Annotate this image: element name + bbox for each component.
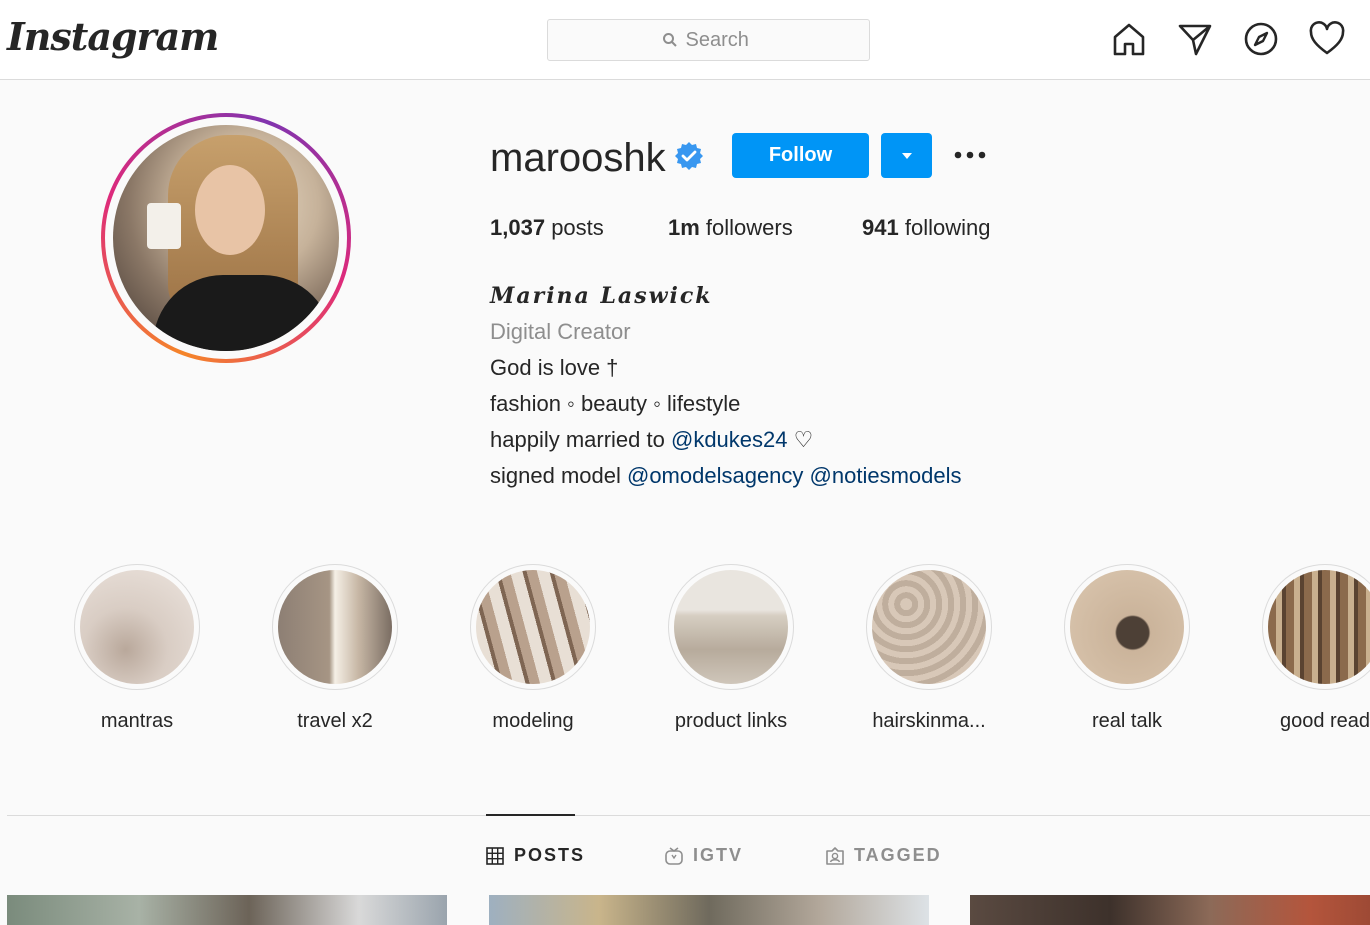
tab-tagged[interactable]: TAGGED bbox=[826, 845, 942, 866]
highlight-item[interactable]: mantras bbox=[74, 564, 200, 733]
suggested-accounts-button[interactable] bbox=[881, 133, 932, 178]
search-box[interactable] bbox=[547, 19, 870, 61]
highlight-thumbnail bbox=[476, 570, 590, 684]
highlight-thumbnail bbox=[872, 570, 986, 684]
chevron-down-icon bbox=[901, 152, 912, 159]
highlight-item[interactable]: real talk bbox=[1064, 564, 1190, 733]
mention-link[interactable]: @notiesmodels bbox=[810, 463, 962, 488]
tab-posts[interactable]: POSTS bbox=[486, 845, 585, 866]
mention-link[interactable]: @omodelsagency bbox=[627, 463, 803, 488]
highlight-thumbnail bbox=[1070, 570, 1184, 684]
activity-icon[interactable] bbox=[1308, 20, 1346, 58]
bio-line: happily married to @kdukes24 ♡ bbox=[490, 427, 814, 452]
highlight-thumbnail bbox=[278, 570, 392, 684]
home-icon[interactable] bbox=[1110, 20, 1148, 58]
tab-igtv[interactable]: IGTV bbox=[665, 845, 743, 866]
instagram-logo[interactable]: Instagram bbox=[7, 14, 219, 59]
grid-icon bbox=[486, 846, 504, 865]
search-input[interactable] bbox=[685, 28, 756, 52]
direct-icon[interactable] bbox=[1176, 20, 1214, 58]
profile-avatar-ring[interactable] bbox=[101, 113, 351, 363]
follow-button[interactable]: Follow bbox=[732, 133, 869, 178]
category-label: Digital Creator bbox=[490, 319, 631, 344]
following-stat[interactable]: 941 following bbox=[862, 215, 990, 241]
search-icon bbox=[662, 33, 677, 47]
active-tab-indicator bbox=[486, 814, 575, 816]
tagged-icon bbox=[826, 846, 844, 865]
explore-icon[interactable] bbox=[1242, 20, 1280, 58]
igtv-icon bbox=[665, 846, 683, 865]
bio-line: God is love † bbox=[490, 355, 619, 380]
more-options-button[interactable] bbox=[948, 136, 992, 174]
post-thumbnail[interactable] bbox=[7, 895, 447, 925]
highlight-item[interactable]: product links bbox=[668, 564, 794, 733]
posts-stat: 1,037 posts bbox=[490, 215, 604, 240]
highlight-item[interactable]: travel x2 bbox=[272, 564, 398, 733]
full-name: 𝑴𝒂𝒓𝒊𝒏𝒂 𝑳𝒂𝒔𝒘𝒊𝒄𝒌 bbox=[490, 283, 713, 309]
avatar bbox=[113, 125, 339, 351]
post-thumbnail[interactable] bbox=[489, 895, 929, 925]
highlight-item[interactable]: modeling bbox=[470, 564, 596, 733]
highlight-item[interactable]: good read bbox=[1262, 564, 1370, 733]
tabs-divider bbox=[7, 815, 1370, 816]
bio-line: signed model @omodelsagency @notiesmodel… bbox=[490, 463, 962, 488]
profile-bio: 𝑴𝒂𝒓𝒊𝒏𝒂 𝑳𝒂𝒔𝒘𝒊𝒄𝒌 Digital Creator God is lo… bbox=[490, 278, 962, 494]
post-thumbnail[interactable] bbox=[970, 895, 1370, 925]
highlight-thumbnail bbox=[674, 570, 788, 684]
bio-line: fashion ◦ beauty ◦ lifestyle bbox=[490, 391, 741, 416]
followers-stat[interactable]: 1m followers bbox=[668, 215, 793, 241]
mention-link[interactable]: @kdukes24 bbox=[671, 427, 788, 452]
highlight-item[interactable]: hairskinma... bbox=[866, 564, 992, 733]
highlight-thumbnail bbox=[80, 570, 194, 684]
top-navbar: Instagram bbox=[0, 0, 1370, 80]
more-icon bbox=[954, 151, 986, 159]
highlight-thumbnail bbox=[1268, 570, 1370, 684]
verified-badge-icon bbox=[675, 142, 703, 170]
username: marooshk bbox=[490, 136, 666, 180]
